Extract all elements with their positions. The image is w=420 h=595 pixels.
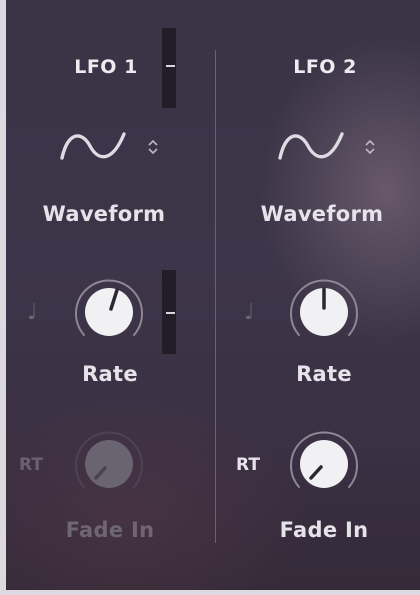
lfo1-title: LFO 1 [74, 56, 138, 78]
lfo1-rate-knob[interactable] [64, 268, 154, 358]
lfo2-rate-knob[interactable] [279, 268, 369, 358]
lfo-panel: LFO 1 Waveform ♩ Rate RT Fade In LFO 2 W… [6, 0, 420, 590]
lfo1-waveform-selector[interactable] [56, 126, 166, 170]
lfo2-waveform-selector[interactable] [274, 126, 384, 170]
lfo-divider [215, 50, 216, 543]
lfo1-rate-meter-marker[interactable] [166, 312, 175, 314]
lfo2-title: LFO 2 [293, 56, 357, 78]
lfo1-rate-label: Rate [82, 362, 138, 386]
up-down-chevron-icon [365, 139, 375, 155]
up-down-chevron-icon [148, 139, 158, 155]
lfo2-fade-in-mode[interactable]: RT [236, 455, 260, 475]
lfo2-waveform-label: Waveform [260, 202, 384, 226]
lfo1-fade-in-label: Fade In [65, 518, 155, 542]
lfo1-level-meter [162, 28, 176, 108]
lfo1-waveform-label: Waveform [42, 202, 166, 226]
lfo2-rate-label: Rate [296, 362, 352, 386]
lfo1-sync-note-icon[interactable]: ♩ [27, 300, 37, 325]
lfo2-fade-in-knob[interactable] [279, 420, 369, 510]
lfo1-fade-in-knob [75, 431, 143, 488]
lfo2-sync-note-icon[interactable]: ♩ [244, 300, 254, 325]
lfo1-fade-in-mode: RT [19, 455, 43, 475]
lfo1-level-meter-marker[interactable] [166, 65, 175, 67]
lfo2-fade-in-label: Fade In [279, 518, 369, 542]
